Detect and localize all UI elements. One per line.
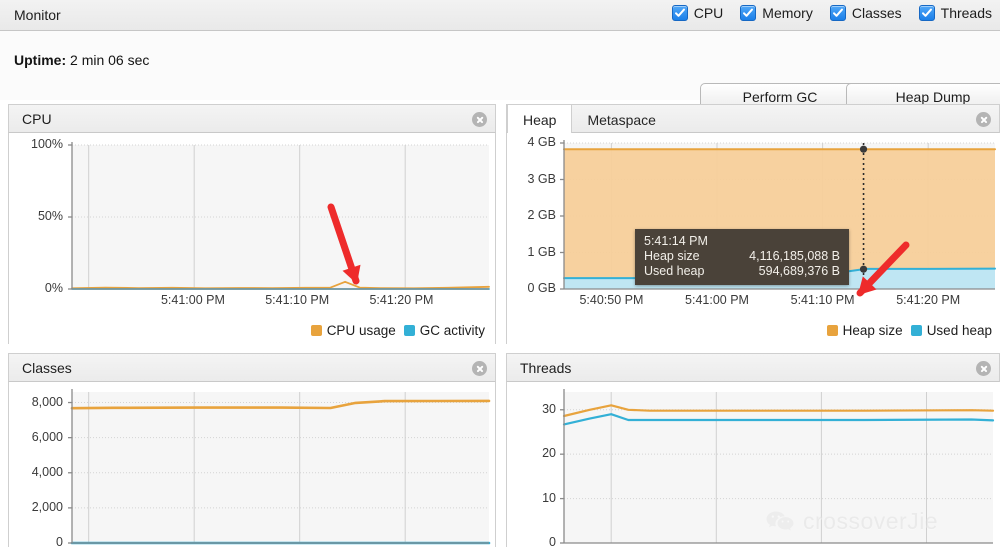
cpu-legend: CPU usage GC activity bbox=[310, 323, 485, 338]
tooltip-row: Used heap 594,689,376 B bbox=[644, 264, 840, 279]
checkbox-label: Threads bbox=[940, 5, 992, 21]
y-axis-tick-label: 0% bbox=[44, 281, 63, 295]
checkbox-label: Memory bbox=[762, 5, 813, 21]
classes-chart: 0 2,000 4,000 6,000 8,000 bbox=[8, 382, 496, 547]
toolbar: Uptime: 2 min 06 sec Perform GC Heap Dum… bbox=[0, 31, 1000, 111]
x-axis-tick-label: 5:41:10 PM bbox=[790, 293, 855, 307]
legend-item: Heap size bbox=[826, 323, 903, 338]
metric-toggles: CPU Memory Classes Threads bbox=[671, 5, 992, 21]
heap-legend: Heap size Used heap bbox=[826, 323, 992, 338]
legend-item: GC activity bbox=[403, 323, 485, 338]
threads-chart-svg bbox=[560, 389, 995, 544]
heap-panel-header: Heap Metaspace bbox=[506, 104, 1000, 134]
close-icon[interactable] bbox=[472, 112, 487, 127]
y-axis-tick-label: 2,000 bbox=[31, 499, 63, 514]
y-axis-tick-label: 6,000 bbox=[31, 429, 63, 444]
checkbox-threads[interactable]: Threads bbox=[918, 5, 992, 21]
y-axis-tick-label: 3 GB bbox=[527, 171, 557, 186]
tooltip-key: Used heap bbox=[644, 264, 705, 278]
legend-swatch bbox=[910, 325, 922, 336]
tooltip-key: Heap size bbox=[644, 249, 700, 263]
y-axis-tick-label: 1 GB bbox=[527, 244, 557, 259]
y-axis-tick-label: 0 GB bbox=[527, 281, 557, 295]
classes-panel-title: Classes bbox=[22, 360, 72, 376]
checkbox-label: Classes bbox=[851, 5, 902, 21]
close-icon[interactable] bbox=[976, 361, 991, 376]
tab-metaspace[interactable]: Metaspace bbox=[572, 106, 670, 134]
x-axis-tick-label: 5:41:10 PM bbox=[265, 293, 330, 307]
x-axis-tick-label: 5:41:00 PM bbox=[685, 293, 749, 307]
threads-chart: crossoverJie 0 10 20 30 bbox=[506, 382, 1000, 547]
classes-chart-svg bbox=[68, 389, 491, 545]
tooltip-value: 4,116,185,088 B bbox=[749, 249, 840, 263]
y-axis-tick-label: 0 bbox=[549, 535, 556, 547]
y-axis-tick-label: 4 GB bbox=[527, 135, 557, 149]
heap-tabs: Heap Metaspace bbox=[507, 104, 671, 134]
checkbox-classes[interactable]: Classes bbox=[829, 5, 902, 21]
legend-swatch bbox=[826, 325, 838, 336]
legend-label: Heap size bbox=[842, 323, 903, 338]
window-titlebar: Monitor CPU Memory Classes Threads bbox=[0, 0, 1000, 31]
checkbox-check-icon bbox=[918, 5, 935, 21]
y-axis-tick-label: 20 bbox=[542, 446, 556, 461]
threads-panel-header: Threads bbox=[506, 353, 1000, 382]
heap-panel: Heap Metaspace 5:41:14 PM Heap size 4,11… bbox=[506, 104, 1000, 344]
checkbox-label: CPU bbox=[693, 5, 724, 21]
legend-label: GC activity bbox=[419, 323, 485, 338]
classes-panel: Classes 0 2,000 4,000 6,000 8,000 bbox=[8, 353, 496, 547]
checkbox-cpu[interactable]: CPU bbox=[671, 5, 724, 21]
close-icon[interactable] bbox=[472, 361, 487, 376]
heap-chart: 5:41:14 PM Heap size 4,116,185,088 B Use… bbox=[506, 133, 1000, 344]
cpu-chart-svg bbox=[68, 142, 490, 290]
checkbox-check-icon bbox=[671, 5, 688, 21]
tab-heap[interactable]: Heap bbox=[507, 104, 573, 134]
cpu-panel-header: CPU bbox=[8, 104, 496, 133]
tooltip-row: Heap size 4,116,185,088 B bbox=[644, 249, 840, 264]
legend-label: Used heap bbox=[926, 323, 992, 338]
y-axis-tick-label: 10 bbox=[542, 490, 556, 505]
legend-label: CPU usage bbox=[326, 323, 396, 338]
checkbox-memory[interactable]: Memory bbox=[740, 5, 813, 21]
uptime-value: 2 min 06 sec bbox=[70, 52, 150, 68]
tooltip-value: 594,689,376 B bbox=[758, 264, 840, 278]
page-title: Monitor bbox=[14, 7, 61, 23]
y-axis-tick-label: 4,000 bbox=[31, 464, 63, 479]
legend-item: CPU usage bbox=[310, 323, 396, 338]
cpu-panel: CPU CPU usage GC activity 0% 50% 100% 5:41:0… bbox=[8, 104, 496, 344]
legend-item: Used heap bbox=[910, 323, 992, 338]
checkbox-check-icon bbox=[829, 5, 846, 21]
checkbox-check-icon bbox=[740, 5, 757, 21]
x-axis-tick-label: 5:40:50 PM bbox=[579, 293, 644, 307]
tooltip-time: 5:41:14 PM bbox=[644, 234, 708, 248]
x-axis-tick-label: 5:41:20 PM bbox=[896, 293, 961, 307]
heap-tooltip: 5:41:14 PM Heap size 4,116,185,088 B Use… bbox=[635, 229, 849, 285]
cpu-chart: CPU usage GC activity 0% 50% 100% 5:41:00 PM… bbox=[8, 133, 496, 344]
monitor-window: Monitor CPU Memory Classes Threads Uptim… bbox=[0, 0, 1000, 547]
y-axis-tick-label: 30 bbox=[542, 401, 556, 416]
y-axis-tick-label: 2 GB bbox=[527, 208, 557, 222]
cpu-panel-title: CPU bbox=[22, 111, 52, 127]
y-axis-tick-label: 8,000 bbox=[31, 394, 63, 409]
uptime-label: Uptime: bbox=[14, 52, 67, 68]
x-axis-tick-label: 5:41:20 PM bbox=[369, 293, 434, 307]
classes-panel-header: Classes bbox=[8, 353, 496, 382]
uptime-display: Uptime: 2 min 06 sec bbox=[14, 52, 149, 68]
x-axis-tick-label: 5:41:00 PM bbox=[160, 293, 225, 307]
y-axis-tick-label: 50% bbox=[37, 209, 63, 223]
threads-panel-title: Threads bbox=[520, 360, 572, 376]
threads-panel: Threads crossoverJie 0 10 20 30 bbox=[506, 353, 1000, 547]
close-icon[interactable] bbox=[976, 112, 991, 127]
y-axis-tick-label: 100% bbox=[31, 137, 63, 151]
y-axis-tick-label: 0 bbox=[56, 535, 63, 547]
legend-swatch bbox=[310, 325, 322, 336]
legend-swatch bbox=[403, 325, 415, 336]
